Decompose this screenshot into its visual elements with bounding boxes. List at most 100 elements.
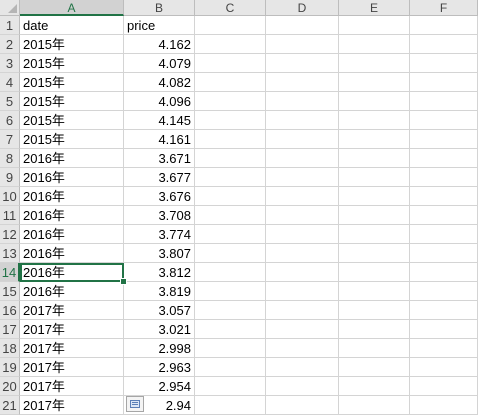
cell-d10[interactable]: [266, 187, 339, 206]
cell-b16[interactable]: 3.057: [124, 301, 195, 320]
cell-f15[interactable]: [410, 282, 478, 301]
fill-handle[interactable]: [120, 278, 127, 285]
cell-e6[interactable]: [339, 111, 410, 130]
cell-e13[interactable]: [339, 244, 410, 263]
cell-c17[interactable]: [195, 320, 266, 339]
cell-f3[interactable]: [410, 54, 478, 73]
cell-b14[interactable]: 3.812: [124, 263, 195, 282]
cell-b5[interactable]: 4.096: [124, 92, 195, 111]
cell-d15[interactable]: [266, 282, 339, 301]
row-header[interactable]: 11: [0, 206, 20, 225]
cell-c18[interactable]: [195, 339, 266, 358]
cell-a4[interactable]: 2015年: [20, 73, 124, 92]
row-header[interactable]: 7: [0, 130, 20, 149]
cell-c13[interactable]: [195, 244, 266, 263]
cell-b6[interactable]: 4.145: [124, 111, 195, 130]
cell-f11[interactable]: [410, 206, 478, 225]
cell-c9[interactable]: [195, 168, 266, 187]
cell-b8[interactable]: 3.671: [124, 149, 195, 168]
cell-d13[interactable]: [266, 244, 339, 263]
cell-b13[interactable]: 3.807: [124, 244, 195, 263]
cell-d18[interactable]: [266, 339, 339, 358]
cell-d2[interactable]: [266, 35, 339, 54]
cell-d5[interactable]: [266, 92, 339, 111]
cell-f2[interactable]: [410, 35, 478, 54]
cell-e18[interactable]: [339, 339, 410, 358]
cell-e20[interactable]: [339, 377, 410, 396]
cell-f21[interactable]: [410, 396, 478, 415]
cell-a11[interactable]: 2016年: [20, 206, 124, 225]
cell-a14[interactable]: 2016年: [20, 263, 124, 282]
cell-d19[interactable]: [266, 358, 339, 377]
cell-f7[interactable]: [410, 130, 478, 149]
cell-b15[interactable]: 3.819: [124, 282, 195, 301]
cell-e8[interactable]: [339, 149, 410, 168]
cell-e9[interactable]: [339, 168, 410, 187]
cell-f8[interactable]: [410, 149, 478, 168]
cell-f13[interactable]: [410, 244, 478, 263]
cell-c19[interactable]: [195, 358, 266, 377]
cell-a10[interactable]: 2016年: [20, 187, 124, 206]
row-header[interactable]: 9: [0, 168, 20, 187]
cell-d3[interactable]: [266, 54, 339, 73]
cell-a20[interactable]: 2017年: [20, 377, 124, 396]
cell-f10[interactable]: [410, 187, 478, 206]
cell-e12[interactable]: [339, 225, 410, 244]
row-header[interactable]: 19: [0, 358, 20, 377]
cell-b11[interactable]: 3.708: [124, 206, 195, 225]
column-header-d[interactable]: D: [266, 0, 339, 16]
cell-d8[interactable]: [266, 149, 339, 168]
row-header[interactable]: 15: [0, 282, 20, 301]
cell-c12[interactable]: [195, 225, 266, 244]
row-header[interactable]: 14: [0, 263, 20, 282]
row-header[interactable]: 17: [0, 320, 20, 339]
cell-c6[interactable]: [195, 111, 266, 130]
cell-c8[interactable]: [195, 149, 266, 168]
cell-f17[interactable]: [410, 320, 478, 339]
cell-d1[interactable]: [266, 16, 339, 35]
cell-f1[interactable]: [410, 16, 478, 35]
row-header[interactable]: 10: [0, 187, 20, 206]
cell-a7[interactable]: 2015年: [20, 130, 124, 149]
row-header[interactable]: 5: [0, 92, 20, 111]
row-header[interactable]: 12: [0, 225, 20, 244]
cell-b12[interactable]: 3.774: [124, 225, 195, 244]
row-header[interactable]: 16: [0, 301, 20, 320]
cell-f19[interactable]: [410, 358, 478, 377]
row-header[interactable]: 6: [0, 111, 20, 130]
cell-f18[interactable]: [410, 339, 478, 358]
cell-d9[interactable]: [266, 168, 339, 187]
cell-c16[interactable]: [195, 301, 266, 320]
cell-c15[interactable]: [195, 282, 266, 301]
cell-c11[interactable]: [195, 206, 266, 225]
cell-b3[interactable]: 4.079: [124, 54, 195, 73]
cell-c5[interactable]: [195, 92, 266, 111]
cell-b10[interactable]: 3.676: [124, 187, 195, 206]
cell-d6[interactable]: [266, 111, 339, 130]
cell-a15[interactable]: 2016年: [20, 282, 124, 301]
cell-e4[interactable]: [339, 73, 410, 92]
cell-f4[interactable]: [410, 73, 478, 92]
row-header[interactable]: 20: [0, 377, 20, 396]
cell-c2[interactable]: [195, 35, 266, 54]
cell-a21[interactable]: 2017年: [20, 396, 124, 415]
cell-c4[interactable]: [195, 73, 266, 92]
cell-f20[interactable]: [410, 377, 478, 396]
cell-c10[interactable]: [195, 187, 266, 206]
row-header[interactable]: 4: [0, 73, 20, 92]
cell-a13[interactable]: 2016年: [20, 244, 124, 263]
cell-b17[interactable]: 3.021: [124, 320, 195, 339]
cell-d21[interactable]: [266, 396, 339, 415]
cell-b19[interactable]: 2.963: [124, 358, 195, 377]
cell-a16[interactable]: 2017年: [20, 301, 124, 320]
cell-e1[interactable]: [339, 16, 410, 35]
cell-c20[interactable]: [195, 377, 266, 396]
cell-f5[interactable]: [410, 92, 478, 111]
column-header-c[interactable]: C: [195, 0, 266, 16]
cell-b4[interactable]: 4.082: [124, 73, 195, 92]
cell-d11[interactable]: [266, 206, 339, 225]
cell-a8[interactable]: 2016年: [20, 149, 124, 168]
cell-e16[interactable]: [339, 301, 410, 320]
cell-e11[interactable]: [339, 206, 410, 225]
cell-b2[interactable]: 4.162: [124, 35, 195, 54]
